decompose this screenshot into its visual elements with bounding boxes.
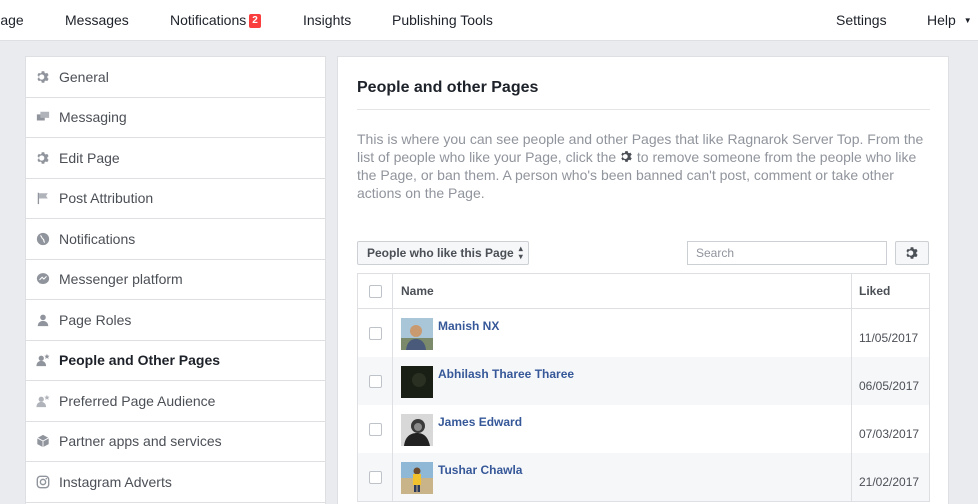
- flag-icon: [36, 191, 50, 205]
- notifications-count-badge: 2: [249, 14, 261, 28]
- gear-icon: [36, 70, 50, 84]
- sidebar-item-general[interactable]: General: [26, 57, 325, 98]
- search-input[interactable]: [687, 241, 887, 265]
- nav-notifications[interactable]: Notifications 2: [170, 12, 261, 30]
- person-star-icon: [36, 353, 50, 367]
- liked-date: 07/03/2017: [859, 427, 920, 441]
- main-panel: People and other Pages This is where you…: [337, 56, 949, 504]
- nav-publishing-tools[interactable]: Publishing Tools: [392, 12, 493, 28]
- sidebar-item-partner-apps[interactable]: Partner apps and services: [26, 422, 325, 462]
- table-row: James Edward 07/03/2017: [358, 405, 929, 453]
- nav-help-label: Help: [927, 12, 956, 28]
- top-navigation: Page Messages Notifications2 Insights Pu…: [0, 0, 978, 41]
- sidebar-item-page-roles[interactable]: Page Roles: [26, 300, 325, 341]
- column-header-name[interactable]: Name: [393, 274, 852, 308]
- gear-icon: [36, 151, 50, 165]
- sidebar-item-notifications[interactable]: Notifications: [26, 219, 325, 260]
- liked-date: 06/05/2017: [859, 379, 920, 393]
- sidebar-item-label: Edit Page: [59, 149, 120, 166]
- gear-icon: [905, 246, 919, 260]
- table-row: Tushar Chawla 21/02/2017: [358, 453, 929, 501]
- row-checkbox[interactable]: [368, 326, 382, 340]
- liked-date: 21/02/2017: [859, 475, 920, 489]
- sidebar-item-people-and-other-pages[interactable]: People and Other Pages: [26, 341, 325, 381]
- cube-icon: [36, 434, 50, 448]
- sidebar-item-label: General: [59, 68, 109, 85]
- sidebar-item-label: Messenger platform: [59, 271, 183, 288]
- avatar[interactable]: [401, 366, 433, 398]
- sidebar-item-instagram-adverts[interactable]: Instagram Adverts: [26, 462, 325, 503]
- people-table: Name Liked Manish NX 11/05/2017 Abhilash…: [357, 273, 930, 502]
- sidebar-item-label: Partner apps and services: [59, 433, 222, 450]
- caret-down-icon: ▼: [963, 16, 972, 25]
- avatar[interactable]: [401, 318, 433, 350]
- sidebar-item-label: Instagram Adverts: [59, 473, 172, 490]
- nav-page[interactable]: Page: [0, 12, 24, 28]
- sidebar-item-label: People and Other Pages: [59, 352, 221, 369]
- select-all-checkbox[interactable]: [368, 284, 382, 298]
- nav-notifications-label: Notifications: [170, 12, 247, 28]
- table-header: Name Liked: [358, 274, 929, 309]
- sidebar-item-label: Preferred Page Audience: [59, 392, 216, 409]
- people-filter-dropdown[interactable]: People who like this Page ▴ ▾: [357, 241, 529, 265]
- sidebar-item-label: Messaging: [59, 109, 127, 126]
- settings-sidebar: General Messaging Edit Page Post Attribu…: [25, 56, 326, 504]
- nav-settings[interactable]: Settings: [836, 12, 887, 28]
- sidebar-item-post-attribution[interactable]: Post Attribution: [26, 179, 325, 219]
- column-header-liked[interactable]: Liked: [852, 274, 929, 308]
- person-icon: [36, 313, 50, 327]
- nav-help[interactable]: Help ▼: [927, 12, 972, 28]
- person-name-link[interactable]: Tushar Chawla: [438, 463, 522, 477]
- row-checkbox[interactable]: [368, 374, 382, 388]
- table-row: Manish NX 11/05/2017: [358, 309, 929, 357]
- sidebar-item-label: Page Roles: [59, 311, 132, 328]
- avatar[interactable]: [401, 414, 433, 446]
- title-divider: [357, 109, 930, 110]
- chat-bubbles-icon: [36, 110, 50, 124]
- sidebar-item-label: Post Attribution: [59, 190, 154, 207]
- nav-insights[interactable]: Insights: [303, 12, 351, 28]
- liked-date: 11/05/2017: [859, 331, 919, 345]
- row-checkbox[interactable]: [368, 422, 382, 436]
- table-row: Abhilash Tharee Tharee 06/05/2017: [358, 357, 929, 405]
- sidebar-item-edit-page[interactable]: Edit Page: [26, 138, 325, 179]
- sidebar-item-label: Notifications: [59, 230, 136, 247]
- person-name-link[interactable]: James Edward: [438, 415, 522, 429]
- person-star-icon: [36, 394, 50, 408]
- row-checkbox[interactable]: [368, 470, 382, 484]
- sidebar-item-messaging[interactable]: Messaging: [26, 98, 325, 138]
- description-text: This is where you can see people and oth…: [357, 130, 932, 202]
- filter-label: People who like this Page: [367, 246, 514, 260]
- sidebar-item-messenger-platform[interactable]: Messenger platform: [26, 260, 325, 300]
- page-title: People and other Pages: [357, 79, 539, 96]
- gear-icon: [620, 149, 633, 162]
- person-name-link[interactable]: Abhilash Tharee Tharee: [438, 367, 574, 381]
- person-name-link[interactable]: Manish NX: [438, 319, 499, 333]
- messenger-icon: [36, 272, 50, 286]
- settings-gear-button[interactable]: [895, 241, 929, 265]
- sort-arrows-icon: ▴ ▾: [518, 244, 523, 261]
- avatar[interactable]: [401, 462, 433, 494]
- sidebar-item-preferred-page-audience[interactable]: Preferred Page Audience: [26, 381, 325, 422]
- instagram-icon: [36, 475, 50, 489]
- globe-icon: [36, 232, 50, 246]
- nav-messages[interactable]: Messages: [65, 12, 129, 28]
